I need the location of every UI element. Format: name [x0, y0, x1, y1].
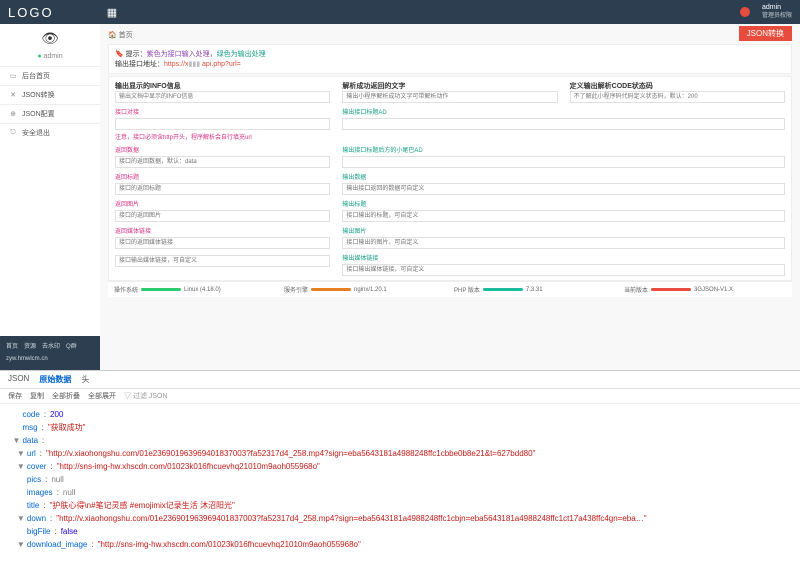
json-row[interactable]: ▼url:"http://v.xiaohongshu.com/01e236901… [8, 447, 792, 460]
sidebar: 👁 ● admin ▭后台首页✕JSON转换⊕JSON配置⎋安全退出 首页资源去… [0, 24, 100, 370]
nav-icon: ⊕ [8, 110, 18, 118]
devtools-tool[interactable]: 全部折叠 [52, 391, 80, 401]
json-convert-badge[interactable]: JSON转换 [739, 26, 792, 41]
field-left-4: 返回媒体链接 [115, 226, 330, 249]
devtools-tab-头[interactable]: 头 [81, 374, 89, 385]
sidebar-item-0[interactable]: ▭后台首页 [0, 66, 100, 85]
expand-icon[interactable] [12, 421, 22, 434]
expand-icon[interactable]: ▼ [17, 538, 27, 551]
status-bar: 操作系统Linux (4.18.0) 服务引擎nginx/1.20.1 PHP 版本… [108, 281, 792, 297]
breadcrumb[interactable]: 🏠 首页 [108, 30, 792, 40]
field-left-3: 返回图片 [115, 199, 330, 222]
eye-icon: 👁 [0, 24, 100, 53]
admin-name: admin [762, 4, 792, 12]
status-item: 服务引擎nginx/1.20.1 [284, 285, 446, 294]
json-row[interactable]: images:null [8, 486, 792, 499]
json-row[interactable]: bigFile:false [8, 525, 792, 538]
notification-dot[interactable] [740, 7, 750, 17]
input-right-2[interactable] [342, 183, 785, 195]
footer-link[interactable]: 资源 [24, 342, 36, 352]
field-left-1: 返回数据 [115, 145, 330, 168]
field-right-0: 输出接口标题AD [342, 107, 785, 141]
json-row[interactable]: ▼down:"http://v.xiaohongshu.com/01e23690… [8, 512, 792, 525]
input-right-0[interactable] [342, 118, 785, 130]
field-right-2: 输出数据 [342, 172, 785, 195]
column-head: 定义输出解析CODE状态码 [570, 81, 785, 103]
head-input-2[interactable] [570, 91, 785, 103]
json-row[interactable]: ▼cover:"http://sns-img-hw.xhscdn.com/010… [8, 460, 792, 473]
sidebar-footer: 首页资源去水印 Q群 zyw.hmwlcm.cn [0, 336, 100, 370]
sidebar-user: ● admin [0, 53, 100, 66]
json-row[interactable]: ▼download_image:"http://sns-img-hw.xhscd… [8, 538, 792, 551]
admin-role: 管理员权限 [762, 12, 792, 20]
head-input-0[interactable] [115, 91, 330, 103]
filter-json[interactable]: ▽ 过滤 JSON [124, 391, 168, 401]
expand-icon[interactable] [17, 499, 27, 512]
devtools-tab-JSON[interactable]: JSON [8, 374, 29, 385]
status-item: PHP 版本7.3.31 [454, 285, 616, 294]
field-right-1: 输出接口标题后方的小尾巴AD [342, 145, 785, 168]
footer-link[interactable]: 去水印 [42, 342, 60, 352]
field-left-0: 接口对接注意，接口必须含http开头，程序解析会自行填充url [115, 107, 330, 141]
expand-icon[interactable]: ▼ [17, 512, 27, 525]
input-left-1[interactable] [115, 156, 330, 168]
head-input-1[interactable] [342, 91, 557, 103]
input-left-5[interactable] [115, 255, 330, 267]
sidebar-item-1[interactable]: ✕JSON转换 [0, 85, 100, 104]
expand-icon[interactable] [17, 525, 27, 538]
json-row[interactable]: msg:"获取成功" [8, 421, 792, 434]
expand-icon[interactable]: ▼ [17, 460, 27, 473]
field-left-5 [115, 253, 330, 276]
column-head: 输出显示的INFO信息 [115, 81, 330, 103]
json-row[interactable]: ▼data: [8, 434, 792, 447]
field-right-4: 输出图片 [342, 226, 785, 249]
expand-icon[interactable] [12, 408, 22, 421]
input-right-5[interactable] [342, 264, 785, 276]
current-user[interactable]: admin 管理员权限 [762, 4, 800, 20]
status-item: 当前版本3GJSON-V1.X [624, 285, 786, 294]
devtools-panel: JSON 原始数据头 保存复制全部折叠全部展开 ▽ 过滤 JSON code:200… [0, 370, 800, 580]
apps-icon[interactable]: ▦ [100, 6, 124, 19]
input-left-0[interactable] [115, 118, 330, 130]
column-head: 解析成功返回的文字 [342, 81, 557, 103]
config-form: 输出显示的INFO信息解析成功返回的文字定义输出解析CODE状态码接口对接注意，… [108, 76, 792, 281]
footer-domain: zyw.hmwlcm.cn [6, 354, 94, 364]
expand-icon[interactable] [17, 486, 27, 499]
devtools-tool[interactable]: 全部展开 [88, 391, 116, 401]
field-right-3: 输出标题 [342, 199, 785, 222]
json-row[interactable]: code:200 [8, 408, 792, 421]
json-row[interactable]: title:"护肤心得\n#笔记灵感 #emojimix记录生活 沐沼阳光" [8, 499, 792, 512]
devtools-tool[interactable]: 保存 [8, 391, 22, 401]
sidebar-item-3[interactable]: ⎋安全退出 [0, 123, 100, 142]
tip-bar: 🔖 提示：紫色为接口输入处理，绿色为输出处理 输出接口地址：https://x▮… [108, 44, 792, 74]
field-left-2: 返回标题 [115, 172, 330, 195]
nav-icon: ✕ [8, 91, 18, 99]
nav-icon: ⎋ [8, 129, 18, 137]
expand-icon[interactable] [17, 473, 27, 486]
devtools-tab-原始数据[interactable]: 原始数据 [39, 374, 71, 385]
input-right-4[interactable] [342, 237, 785, 249]
footer-link[interactable]: Q群 [66, 342, 77, 352]
input-right-1[interactable] [342, 156, 785, 168]
expand-icon[interactable]: ▼ [12, 434, 22, 447]
field-right-5: 输出媒体链接 [342, 253, 785, 276]
input-right-3[interactable] [342, 210, 785, 222]
nav-icon: ▭ [8, 72, 18, 80]
footer-link[interactable]: 首页 [6, 342, 18, 352]
input-left-3[interactable] [115, 210, 330, 222]
json-viewer: code:200 msg:"获取成功" ▼data: ▼url:"http://… [0, 404, 800, 580]
devtools-tool[interactable]: 复制 [30, 391, 44, 401]
devtools-tabs: JSON 原始数据头 [0, 371, 800, 389]
input-left-2[interactable] [115, 183, 330, 195]
sidebar-item-2[interactable]: ⊕JSON配置 [0, 104, 100, 123]
expand-icon[interactable]: ▼ [17, 447, 27, 460]
logo: LOGO [0, 5, 100, 20]
devtools-toolbar: 保存复制全部折叠全部展开 ▽ 过滤 JSON [0, 389, 800, 404]
top-bar: LOGO ▦ admin 管理员权限 [0, 0, 800, 24]
main-content: 🏠 首页 🔖 提示：紫色为接口输入处理，绿色为输出处理 输出接口地址：https… [100, 24, 800, 370]
status-item: 操作系统Linux (4.18.0) [114, 285, 276, 294]
json-row[interactable]: pics:null [8, 473, 792, 486]
input-left-4[interactable] [115, 237, 330, 249]
